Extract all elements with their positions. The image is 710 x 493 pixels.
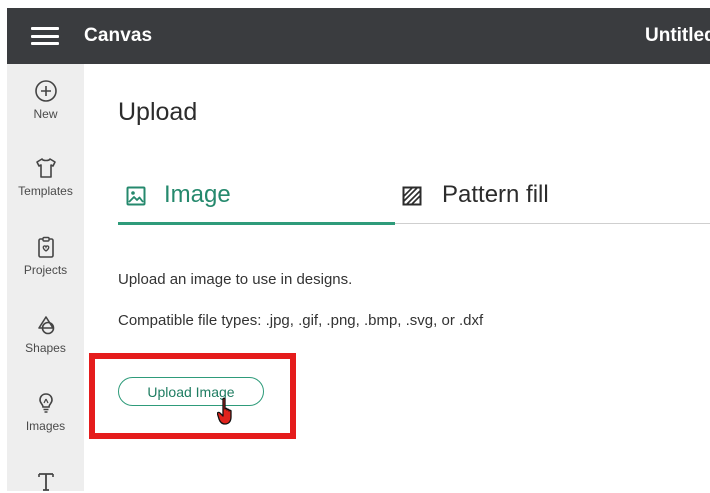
upload-panel: Upload Image Pattern fill Upload an imag… — [84, 64, 710, 491]
left-sidebar: New Templates Projects Shapes Images — [7, 64, 84, 491]
sidebar-item-label: Projects — [23, 263, 68, 277]
tshirt-icon — [35, 158, 56, 178]
sidebar-item-label: Images — [25, 419, 66, 433]
sidebar-item-templates[interactable]: Templates — [7, 156, 84, 198]
text-icon — [37, 473, 54, 491]
pattern-icon — [402, 186, 422, 206]
tab-label: Image — [164, 181, 231, 208]
app-title: Canvas — [84, 25, 153, 46]
tab-image[interactable]: Image — [118, 178, 395, 226]
tab-label: Pattern fill — [442, 181, 549, 208]
sidebar-item-images[interactable]: Images — [7, 391, 84, 433]
clipboard-icon — [37, 236, 54, 258]
hamburger-menu-icon[interactable] — [31, 27, 59, 45]
sidebar-item-label: Templates — [18, 184, 73, 198]
image-icon — [126, 186, 146, 206]
shapes-icon — [37, 316, 54, 335]
compatible-file-types: Compatible file types: .jpg, .gif, .png,… — [118, 312, 484, 329]
tab-pattern-fill[interactable]: Pattern fill — [402, 178, 710, 226]
upload-description: Upload an image to use in designs. — [118, 271, 353, 288]
panel-title: Upload — [118, 98, 198, 126]
upload-image-button[interactable]: Upload Image — [118, 377, 264, 406]
document-title[interactable]: Untitled — [645, 25, 710, 47]
sidebar-item-projects[interactable]: Projects — [7, 235, 84, 277]
top-bar: Canvas Untitled — [7, 8, 710, 64]
sidebar-item-shapes[interactable]: Shapes — [7, 313, 84, 355]
sidebar-item-text[interactable] — [7, 469, 84, 493]
sidebar-item-label: Shapes — [25, 341, 66, 355]
plus-circle-icon — [34, 80, 57, 102]
hand-pointer-icon — [217, 397, 232, 425]
sidebar-item-new[interactable]: New — [7, 79, 84, 121]
lightbulb-icon — [38, 393, 53, 413]
frame-edge — [0, 0, 7, 491]
frame-edge — [0, 0, 710, 8]
active-tab-indicator — [118, 222, 395, 225]
sidebar-item-label: New — [33, 107, 58, 121]
